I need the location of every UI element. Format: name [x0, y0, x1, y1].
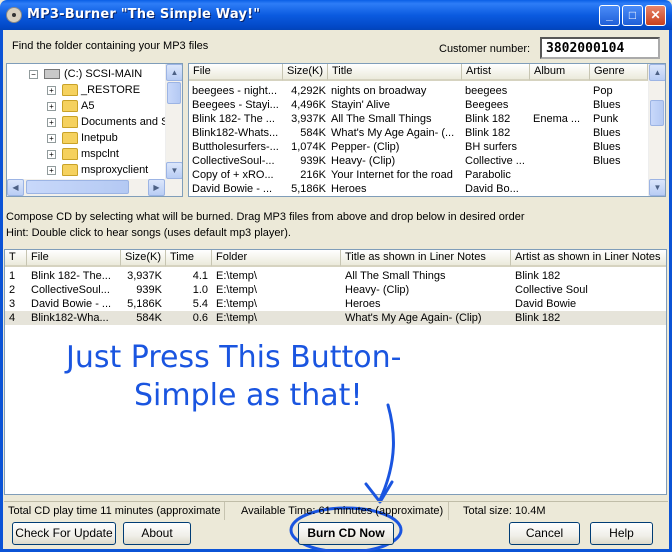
- check-for-update-button[interactable]: Check For Update: [12, 522, 116, 545]
- total-size: Total size: 10.4M: [463, 505, 546, 517]
- total-play-time: Total CD play time 11 minutes (approxima…: [4, 502, 225, 520]
- about-button[interactable]: About: [123, 522, 191, 545]
- status-bar: Total CD play time 11 minutes (approxima…: [4, 501, 668, 520]
- available-time: Available Time: 61 minutes (approximate): [237, 502, 449, 520]
- help-button[interactable]: Help: [590, 522, 653, 545]
- annotation-arrow-and-circle: [289, 403, 403, 552]
- annotation-arrow-head: [364, 480, 394, 504]
- cancel-button[interactable]: Cancel: [509, 522, 580, 545]
- burn-cd-now-button[interactable]: Burn CD Now: [298, 522, 394, 545]
